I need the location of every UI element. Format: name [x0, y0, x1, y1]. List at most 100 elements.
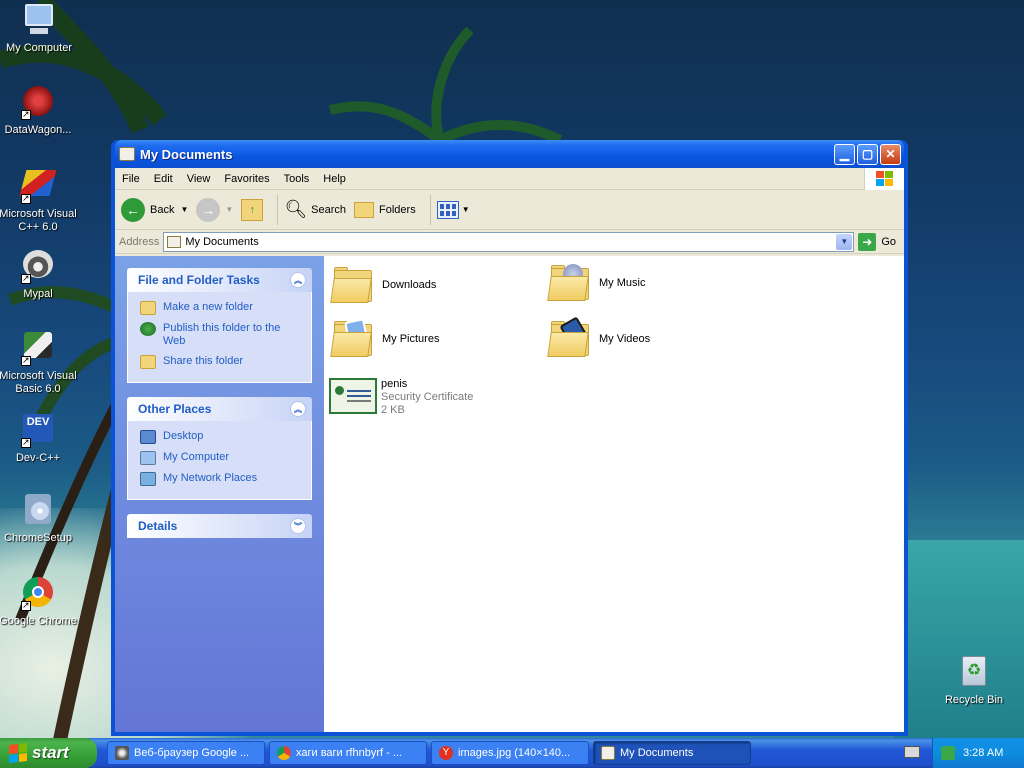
taskbar: start Веб-браузер Google ... хаги ваги r…: [0, 738, 1024, 768]
search-button[interactable]: 🔍︎ Search: [284, 199, 346, 220]
collapse-chevron-icon[interactable]: ︽: [290, 401, 306, 417]
folders-button[interactable]: Folders: [354, 201, 416, 218]
visual-basic-icon: [21, 332, 55, 367]
visual-cpp-icon: [19, 170, 57, 205]
explorer-window: My Documents ▁ ▢ ✕ File Edit View Favori…: [111, 140, 908, 736]
desktop-icon-visual-cpp[interactable]: Microsoft Visual C++ 6.0: [0, 170, 78, 234]
system-tray: 3:28 AM: [932, 738, 1024, 768]
taskbar-item-my-documents[interactable]: My Documents: [593, 741, 751, 765]
close-button[interactable]: ✕: [880, 143, 901, 165]
desktop-icon-visual-basic[interactable]: Microsoft Visual Basic 6.0: [0, 332, 78, 396]
menu-tools[interactable]: Tools: [277, 173, 317, 185]
desktop-icon-dev-cpp[interactable]: DEV Dev-C++: [0, 414, 78, 465]
back-button[interactable]: ← Back ▼: [121, 197, 188, 222]
task-publish-to-web[interactable]: Publish this folder to the Web: [140, 322, 303, 348]
file-folder-tasks-header[interactable]: File and Folder Tasks ︽: [127, 268, 312, 292]
taskbar-item-mypal[interactable]: Веб-браузер Google ...: [107, 741, 265, 765]
recycle-bin-icon: ♻: [957, 656, 991, 690]
taskbar-item-yandex-image[interactable]: Y images.jpg (140×140...: [431, 741, 589, 765]
network-places-icon: [140, 472, 156, 486]
collapse-chevron-icon[interactable]: ︽: [290, 272, 306, 288]
tray-network-icon[interactable]: [941, 746, 955, 760]
place-my-network-places[interactable]: My Network Places: [140, 472, 303, 486]
my-documents-icon: [167, 235, 182, 248]
desktop-icon-chromesetup[interactable]: ChromeSetup: [0, 494, 78, 545]
music-folder-icon: [547, 264, 591, 302]
start-button[interactable]: start: [0, 738, 97, 768]
desktop-icon-datawagon[interactable]: DataWagon...: [0, 86, 78, 137]
menu-view[interactable]: View: [180, 173, 218, 185]
task-share-folder[interactable]: Share this folder: [140, 355, 303, 369]
details-header[interactable]: Details ︾: [127, 514, 312, 538]
window-title: My Documents: [140, 146, 233, 162]
folder-my-pictures[interactable]: My Pictures: [330, 318, 439, 358]
address-bar: Address My Documents ▼ ➜ Go: [115, 230, 904, 254]
task-make-new-folder[interactable]: Make a new folder: [140, 301, 303, 315]
other-places-header[interactable]: Other Places ︽: [127, 397, 312, 421]
computer-icon: [22, 4, 56, 38]
yandex-icon: Y: [439, 746, 453, 760]
back-arrow-icon: ←: [121, 197, 145, 222]
dev-cpp-icon: DEV: [21, 414, 55, 449]
desktop-icon-google-chrome[interactable]: Google Chrome: [0, 577, 78, 628]
menu-file[interactable]: File: [115, 173, 147, 185]
my-documents-icon: [601, 746, 615, 760]
datawagon-icon: [21, 86, 55, 121]
folder-my-videos[interactable]: My Videos: [547, 316, 650, 358]
chrome-icon: [21, 577, 55, 612]
folder-my-music[interactable]: My Music: [547, 264, 645, 302]
task-pane: File and Folder Tasks ︽ Make a new folde…: [115, 256, 324, 732]
views-icon: [436, 200, 459, 219]
go-button[interactable]: ➜ Go: [854, 232, 904, 251]
folder-icon: [330, 266, 374, 304]
forward-dropdown-icon[interactable]: ▼: [225, 205, 233, 214]
file-security-certificate[interactable]: penis Security Certificate 2 KB: [329, 378, 473, 417]
go-arrow-icon: ➜: [858, 232, 877, 251]
desktop-icon-my-computer[interactable]: My Computer: [0, 4, 79, 55]
menu-favorites[interactable]: Favorites: [217, 173, 276, 185]
menu-help[interactable]: Help: [316, 173, 353, 185]
file-folder-tasks-panel: File and Folder Tasks ︽ Make a new folde…: [127, 268, 312, 383]
publish-web-icon: [140, 322, 156, 336]
pictures-folder-icon: [330, 318, 374, 358]
new-folder-icon: [140, 301, 156, 315]
toolbar-separator: [277, 194, 279, 225]
maximize-button[interactable]: ▢: [857, 143, 878, 165]
forward-arrow-icon: →: [196, 197, 221, 222]
windows-logo-icon: [864, 168, 904, 190]
desktop-icon: [140, 430, 156, 444]
place-my-computer[interactable]: My Computer: [140, 451, 303, 465]
menu-edit[interactable]: Edit: [147, 173, 180, 185]
expand-chevron-icon[interactable]: ︾: [290, 518, 306, 534]
taskbar-item-chrome[interactable]: хаги ваги rfhnbyrf - ...: [269, 741, 427, 765]
forward-button[interactable]: → ▼: [196, 197, 233, 222]
window-titlebar[interactable]: My Documents ▁ ▢ ✕: [115, 140, 904, 168]
address-field[interactable]: My Documents ▼: [163, 231, 855, 252]
clock[interactable]: 3:28 AM: [963, 747, 1003, 759]
chrome-icon: [277, 746, 291, 760]
minimize-button[interactable]: ▁: [834, 143, 855, 165]
keyboard-icon[interactable]: [904, 746, 920, 758]
details-panel: Details ︾: [127, 514, 312, 538]
address-label: Address: [119, 235, 160, 248]
mypal-icon: [115, 746, 129, 760]
views-button[interactable]: ▼: [436, 200, 470, 219]
folder-downloads[interactable]: Downloads: [330, 266, 436, 304]
share-folder-icon: [140, 355, 156, 369]
file-list-area: Downloads My Music My Pictures My Videos: [324, 256, 904, 732]
folders-icon: [354, 201, 375, 218]
views-dropdown-icon: ▼: [461, 205, 470, 214]
up-folder-icon: ↑: [241, 198, 264, 221]
standard-toolbar: ← Back ▼ → ▼ ↑ 🔍︎ Search Folders ▼: [115, 190, 904, 230]
place-desktop[interactable]: Desktop: [140, 430, 303, 444]
folder-window-icon: [119, 147, 135, 161]
desktop-icon-mypal[interactable]: Mypal: [0, 250, 78, 301]
windows-flag-icon: [9, 743, 27, 763]
mypal-raccoon-icon: [21, 250, 55, 285]
up-folder-button[interactable]: ↑: [241, 198, 264, 221]
desktop-icon-recycle-bin[interactable]: ♻ Recycle Bin: [934, 656, 1014, 707]
menu-bar: File Edit View Favorites Tools Help: [115, 168, 904, 190]
certificate-icon: [329, 378, 377, 414]
back-dropdown-icon[interactable]: ▼: [180, 205, 188, 214]
address-dropdown-icon[interactable]: ▼: [836, 233, 853, 250]
